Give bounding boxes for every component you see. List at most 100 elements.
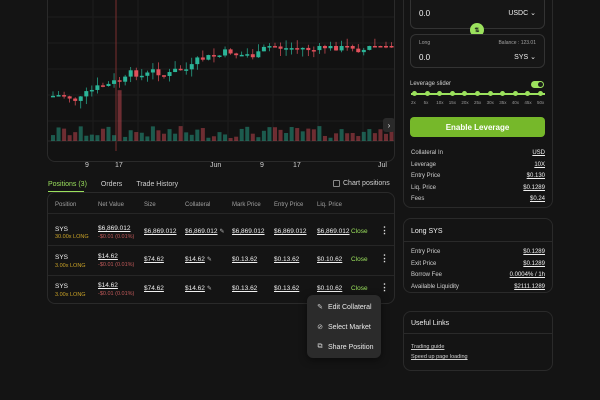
x-axis-label: 17: [115, 162, 123, 169]
balance-label: Balance : 123.01: [498, 40, 536, 46]
slider-tick-label: 2x: [411, 100, 416, 105]
liq-price[interactable]: $6,869.012: [317, 228, 350, 235]
candle: [339, 46, 344, 51]
candle: [317, 46, 322, 51]
menu-item-label: Share Position: [328, 343, 374, 351]
chevron-right-icon[interactable]: ›: [383, 118, 395, 132]
slider-stop[interactable]: [475, 91, 480, 96]
candle: [278, 46, 283, 49]
volume-bar: [300, 131, 305, 141]
slider-tick-label: 45x: [524, 100, 532, 105]
liq-price[interactable]: $0.10.62: [317, 256, 342, 263]
volume-bar: [95, 135, 100, 141]
pay-amount[interactable]: 0.0: [419, 9, 430, 18]
candle: [378, 46, 383, 48]
liq-price[interactable]: $0.10.62: [317, 285, 342, 292]
candle: [200, 57, 205, 60]
chart-positions-toggle[interactable]: Chart positions: [333, 180, 390, 187]
volume-bar: [245, 126, 250, 141]
volume-bar: [228, 137, 233, 141]
more-options-icon[interactable]: ⋮: [380, 282, 389, 293]
candle: [350, 46, 355, 49]
close-position-button[interactable]: Close: [351, 256, 368, 263]
volume-bar: [378, 129, 383, 141]
volume-bar: [339, 129, 344, 141]
pay-token-select[interactable]: USDC ⌄: [508, 9, 536, 17]
link-speed-up[interactable]: Speed up page loading: [411, 354, 468, 360]
tab-orders[interactable]: Orders: [101, 181, 122, 188]
pencil-icon[interactable]: ✎: [207, 257, 212, 263]
tab-trade-history[interactable]: Trade History: [136, 181, 178, 188]
volume-bar: [62, 128, 67, 141]
column-header: Entry Price: [274, 202, 304, 208]
pencil-icon[interactable]: ✎: [207, 286, 212, 292]
menu-item-edit-collateral[interactable]: ✎ Edit Collateral: [316, 303, 372, 312]
menu-item-share-position[interactable]: ⧉ Share Position: [316, 343, 374, 351]
volume-bar: [350, 132, 355, 141]
size[interactable]: $74.62: [144, 285, 164, 292]
candle: [217, 55, 222, 57]
column-header: Collateral: [185, 202, 211, 208]
candle: [145, 72, 150, 76]
size[interactable]: $74.62: [144, 256, 164, 263]
tab-positions[interactable]: Positions (3): [48, 181, 87, 188]
volume-bar: [178, 126, 183, 141]
candle: [173, 68, 178, 73]
close-position-button[interactable]: Close: [351, 228, 368, 235]
collateral-value[interactable]: $6,869.012: [185, 228, 218, 235]
slider-stop[interactable]: [487, 91, 493, 96]
pencil-icon[interactable]: ✎: [220, 229, 225, 235]
token-label: USDC: [508, 10, 529, 17]
close-position-button[interactable]: Close: [351, 285, 368, 292]
size[interactable]: $6,869.012: [144, 228, 177, 235]
candle: [239, 54, 244, 57]
more-options-icon[interactable]: ⋮: [380, 253, 389, 264]
net-value[interactable]: $14.62: [98, 253, 118, 260]
detail-value: $0.24: [529, 196, 545, 202]
volume-bar: [328, 137, 333, 141]
useful-links-title: Useful Links: [411, 320, 450, 327]
long-input[interactable]: Long Balance : 123.01 0.0 SYS ⌄: [410, 34, 545, 68]
position-leverage: 30.00x LONG: [55, 234, 89, 240]
enable-leverage-button[interactable]: Enable Leverage: [410, 117, 545, 137]
candlestick-chart[interactable]: [48, 0, 395, 162]
entry-price[interactable]: $6,869.012: [274, 228, 307, 235]
volume-bar: [278, 129, 283, 141]
candle: [67, 96, 72, 99]
slider-stop[interactable]: [538, 91, 543, 96]
collateral-value[interactable]: $14.62: [185, 256, 205, 263]
long-amount[interactable]: 0.0: [419, 53, 430, 62]
slider-stop[interactable]: [512, 91, 518, 96]
collateral: $14.62 ✎: [185, 285, 212, 292]
slider-stop[interactable]: [424, 91, 430, 96]
more-options-icon[interactable]: ⋮: [380, 225, 389, 236]
candle: [184, 69, 189, 71]
link-trading-guide[interactable]: Trading guide: [411, 344, 444, 350]
volume-bar: [167, 129, 172, 141]
mark-price[interactable]: $0.13.62: [232, 256, 257, 263]
long-token-select[interactable]: SYS ⌄: [514, 53, 536, 61]
detail-value: $0.1289: [523, 184, 545, 191]
net-value[interactable]: $6,869.012: [98, 225, 131, 232]
slider-stop[interactable]: [449, 91, 455, 96]
mark-price[interactable]: $0.13.62: [232, 285, 257, 292]
menu-item-select-market[interactable]: ⊘ Select Market: [316, 323, 371, 332]
collateral-value[interactable]: $14.62: [185, 285, 205, 292]
net-value[interactable]: $14.62: [98, 282, 118, 289]
mark-price[interactable]: $6,869.012: [232, 228, 265, 235]
entry-price[interactable]: $0.13.62: [274, 256, 299, 263]
leverage-toggle[interactable]: [531, 81, 544, 88]
slider-stop[interactable]: [412, 91, 417, 96]
candle: [117, 80, 122, 82]
candle: [56, 95, 61, 97]
checkbox-icon[interactable]: [333, 180, 340, 187]
slider-tick-label: 20x: [461, 100, 469, 105]
detail-label: Available Liquidity: [411, 283, 459, 290]
volume-bar: [78, 126, 83, 141]
volume-bar: [156, 130, 161, 141]
price-chart[interactable]: [47, 0, 395, 162]
candle: [167, 72, 172, 77]
volume-bar: [317, 126, 322, 141]
volume-bar: [311, 129, 316, 141]
entry-price[interactable]: $0.13.62: [274, 285, 299, 292]
